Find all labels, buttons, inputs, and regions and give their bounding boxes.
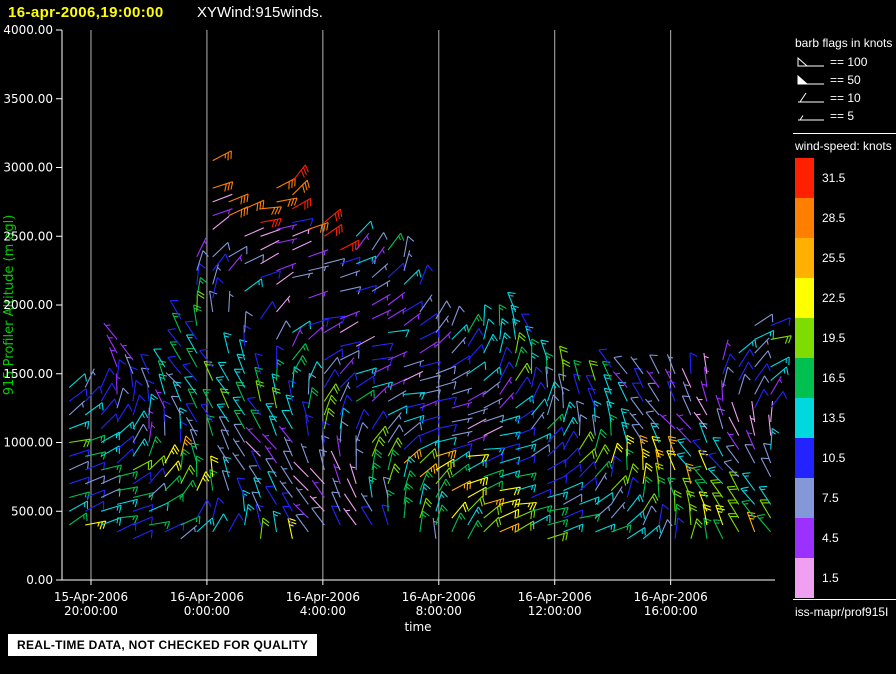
x-tick-time: 4:00:00 [300,604,346,618]
colorbar-label: 13.5 [822,411,846,425]
colorbar-segment [795,478,814,518]
colorbar-segment [795,238,814,278]
colorbar-segment [795,398,814,438]
y-tick-label: 0.00 [26,573,53,587]
data-source-label: iss-mapr/prof915I [795,605,889,619]
barb-legend-title: barb flags in knots [795,36,893,50]
y-tick-label: 4000.00 [3,23,53,37]
x-tick-date: 16-Apr-2006 [634,590,708,604]
realtime-notice: REAL-TIME DATA, NOT CHECKED FOR QUALITY [8,634,318,656]
x-tick-date: 15-Apr-2006 [54,590,128,604]
barb-legend-label: == 5 [830,109,855,123]
axes [61,30,775,581]
x-tick-date: 16-Apr-2006 [402,590,476,604]
side-panel: barb flags in knots == 100 == 50 == 10 =… [793,0,896,674]
colorbar-label: 22.5 [822,291,846,305]
xywind-window: 16-apr-2006,19:00:00 XYWind:915winds. 91… [0,0,896,674]
barb-legend-item: == 10 [795,90,861,106]
barb-legend-item: == 100 [795,54,867,70]
colorbar-segment [795,438,814,478]
colorbar-label: 31.5 [822,171,846,185]
gridlines [90,30,672,580]
colorbar-segment [795,318,814,358]
barb-legend-item: == 50 [795,72,861,88]
x-tick-date: 16-Apr-2006 [518,590,592,604]
wind-profile-plot: 915 Profiler Altitude (m agl) time 0.005… [2,23,792,634]
x-tick-time: 8:00:00 [416,604,462,618]
pennant-50-icon [797,74,824,85]
colorbar-label: 25.5 [822,251,846,265]
colorbar-segment [795,158,814,198]
half-barb-icon [798,115,824,121]
x-tick-date: 16-Apr-2006 [170,590,244,604]
full-barb-icon [798,92,824,103]
y-tick-label: 2500.00 [3,229,53,243]
colorbar-label: 7.5 [822,491,839,505]
y-tick-label: 1500.00 [3,367,53,381]
colorbar-segment [795,518,814,558]
y-tick-label: 2000.00 [3,298,53,312]
x-tick-time: 16:00:00 [644,604,698,618]
colorbar-label: 4.5 [822,531,839,545]
barb-legend-label: == 50 [830,73,861,87]
colorbar-segment [795,278,814,318]
y-tick-label: 3000.00 [3,161,53,175]
x-tick-time: 0:00:00 [184,604,230,618]
colorbar-segment [795,558,814,598]
y-tick-label: 3500.00 [3,92,53,106]
axis-ticks [56,29,672,585]
colorbar-segment [795,358,814,398]
wind-speed-colorbar: 31.5 28.5 25.5 22.5 19.5 16.5 13.5 10.5 7.5 4.5 1.… [795,158,895,608]
barb-legend-item: == 5 [795,108,854,124]
barb-legend-label: == 100 [830,55,868,69]
barb-legend-label: == 10 [830,91,861,105]
x-tick-time: 12:00:00 [528,604,582,618]
colorbar-segment [795,198,814,238]
colorbar-label: 16.5 [822,371,846,385]
colorbar-title: wind-speed: knots [795,139,892,153]
y-tick-label: 500.00 [11,504,53,518]
wind-barbs [68,150,792,542]
pennant-100-icon [797,56,824,67]
x-tick-date: 16-Apr-2006 [286,590,360,604]
panel-divider [793,133,896,134]
panel-divider [793,599,896,600]
y-tick-label: 1000.00 [3,436,53,450]
x-tick-time: 20:00:00 [64,604,118,618]
colorbar-label: 28.5 [822,211,846,225]
colorbar-label: 19.5 [822,331,846,345]
x-axis-label: time [404,620,431,634]
colorbar-label: 10.5 [822,451,846,465]
colorbar-label: 1.5 [822,571,839,585]
